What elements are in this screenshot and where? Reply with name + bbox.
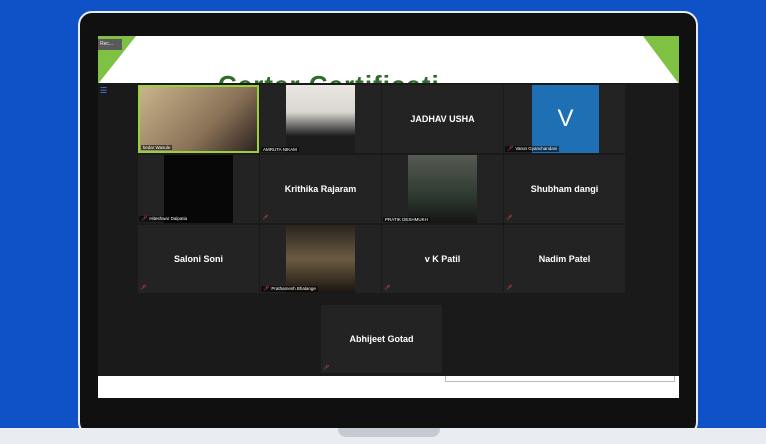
muted-mic-icon: 🎤︎ (384, 285, 391, 291)
participant-tile[interactable]: v K Patil 🎤︎ (382, 225, 503, 293)
participant-name: PRATIK DESHMUKH (383, 217, 430, 222)
participant-video (408, 155, 477, 223)
participant-name: AMRUTA NIKAM (261, 147, 299, 152)
participant-tile[interactable]: 🎤︎ Prathamesh Bhalange (260, 225, 381, 293)
menu-icon[interactable]: ☰ (100, 86, 107, 95)
muted-mic-icon: 🎤︎ (263, 286, 270, 292)
participant-tile[interactable]: Shubham dangi 🎤︎ (504, 155, 625, 223)
participant-name: Krithika Rajaram (284, 184, 357, 194)
muted-mic-icon: 🎤︎ (140, 285, 147, 291)
participant-name: v K Patil (424, 254, 461, 264)
participant-tile[interactable]: Saloni Soni 🎤︎ (138, 225, 259, 293)
muted-mic-icon: 🎤︎ (141, 216, 148, 222)
participant-video (286, 85, 355, 153)
laptop-notch (338, 428, 440, 437)
muted-mic-icon: 🎤︎ (507, 146, 514, 152)
participant-name: 🎤︎ Prathamesh Bhalange (261, 286, 318, 292)
slide-table-lines (445, 376, 675, 382)
participant-tile[interactable]: Krithika Rajaram 🎤︎ (260, 155, 381, 223)
participant-avatar: V (532, 85, 599, 153)
participant-name: Shubham dangi (530, 184, 599, 194)
participant-tile[interactable]: V 🎤︎ Varun Gyanchandani (504, 85, 625, 153)
muted-mic-icon: 🎤︎ (506, 215, 513, 221)
muted-mic-icon: 🎤︎ (323, 365, 330, 371)
recording-indicator: Rec... (98, 39, 122, 50)
participant-tile[interactable]: AMRUTA NIKAM (260, 85, 381, 153)
participant-name: 🎤︎ Varun Gyanchandani (505, 146, 560, 152)
participant-tile[interactable]: kedar Wasule (138, 85, 259, 153)
participant-tile[interactable]: Abhijeet Gotad 🎤︎ (321, 305, 442, 373)
participant-tile[interactable]: Nadim Patel 🎤︎ (504, 225, 625, 293)
participant-tile[interactable]: PRATIK DESHMUKH (382, 155, 503, 223)
muted-mic-icon: 🎤︎ (262, 215, 269, 221)
screen-display: Certer Certificati Rec... ☰ kedar Wasule… (98, 36, 679, 398)
participant-tile[interactable]: 🎤︎ Hiteshwar Dalpatia (138, 155, 259, 223)
participant-video (286, 225, 355, 293)
participant-name: 🎤︎ Hiteshwar Dalpatia (139, 216, 190, 222)
participant-name: Saloni Soni (173, 254, 223, 264)
participant-name: JADHAV USHA (410, 114, 475, 124)
participant-video (140, 87, 257, 151)
participant-name: Abhijeet Gotad (349, 334, 414, 344)
participant-name: kedar Wasule (141, 145, 173, 150)
participant-video (164, 155, 233, 223)
participant-tile[interactable]: JADHAV USHA (382, 85, 503, 153)
presentation-slide: Certer Certificati Rec... (98, 36, 679, 100)
slide-corner-decoration (643, 36, 679, 84)
participant-name: Nadim Patel (538, 254, 591, 264)
muted-mic-icon: 🎤︎ (506, 285, 513, 291)
meeting-gallery: ☰ kedar Wasule AMRUTA NIKAM JADHAV USHA … (98, 83, 679, 376)
